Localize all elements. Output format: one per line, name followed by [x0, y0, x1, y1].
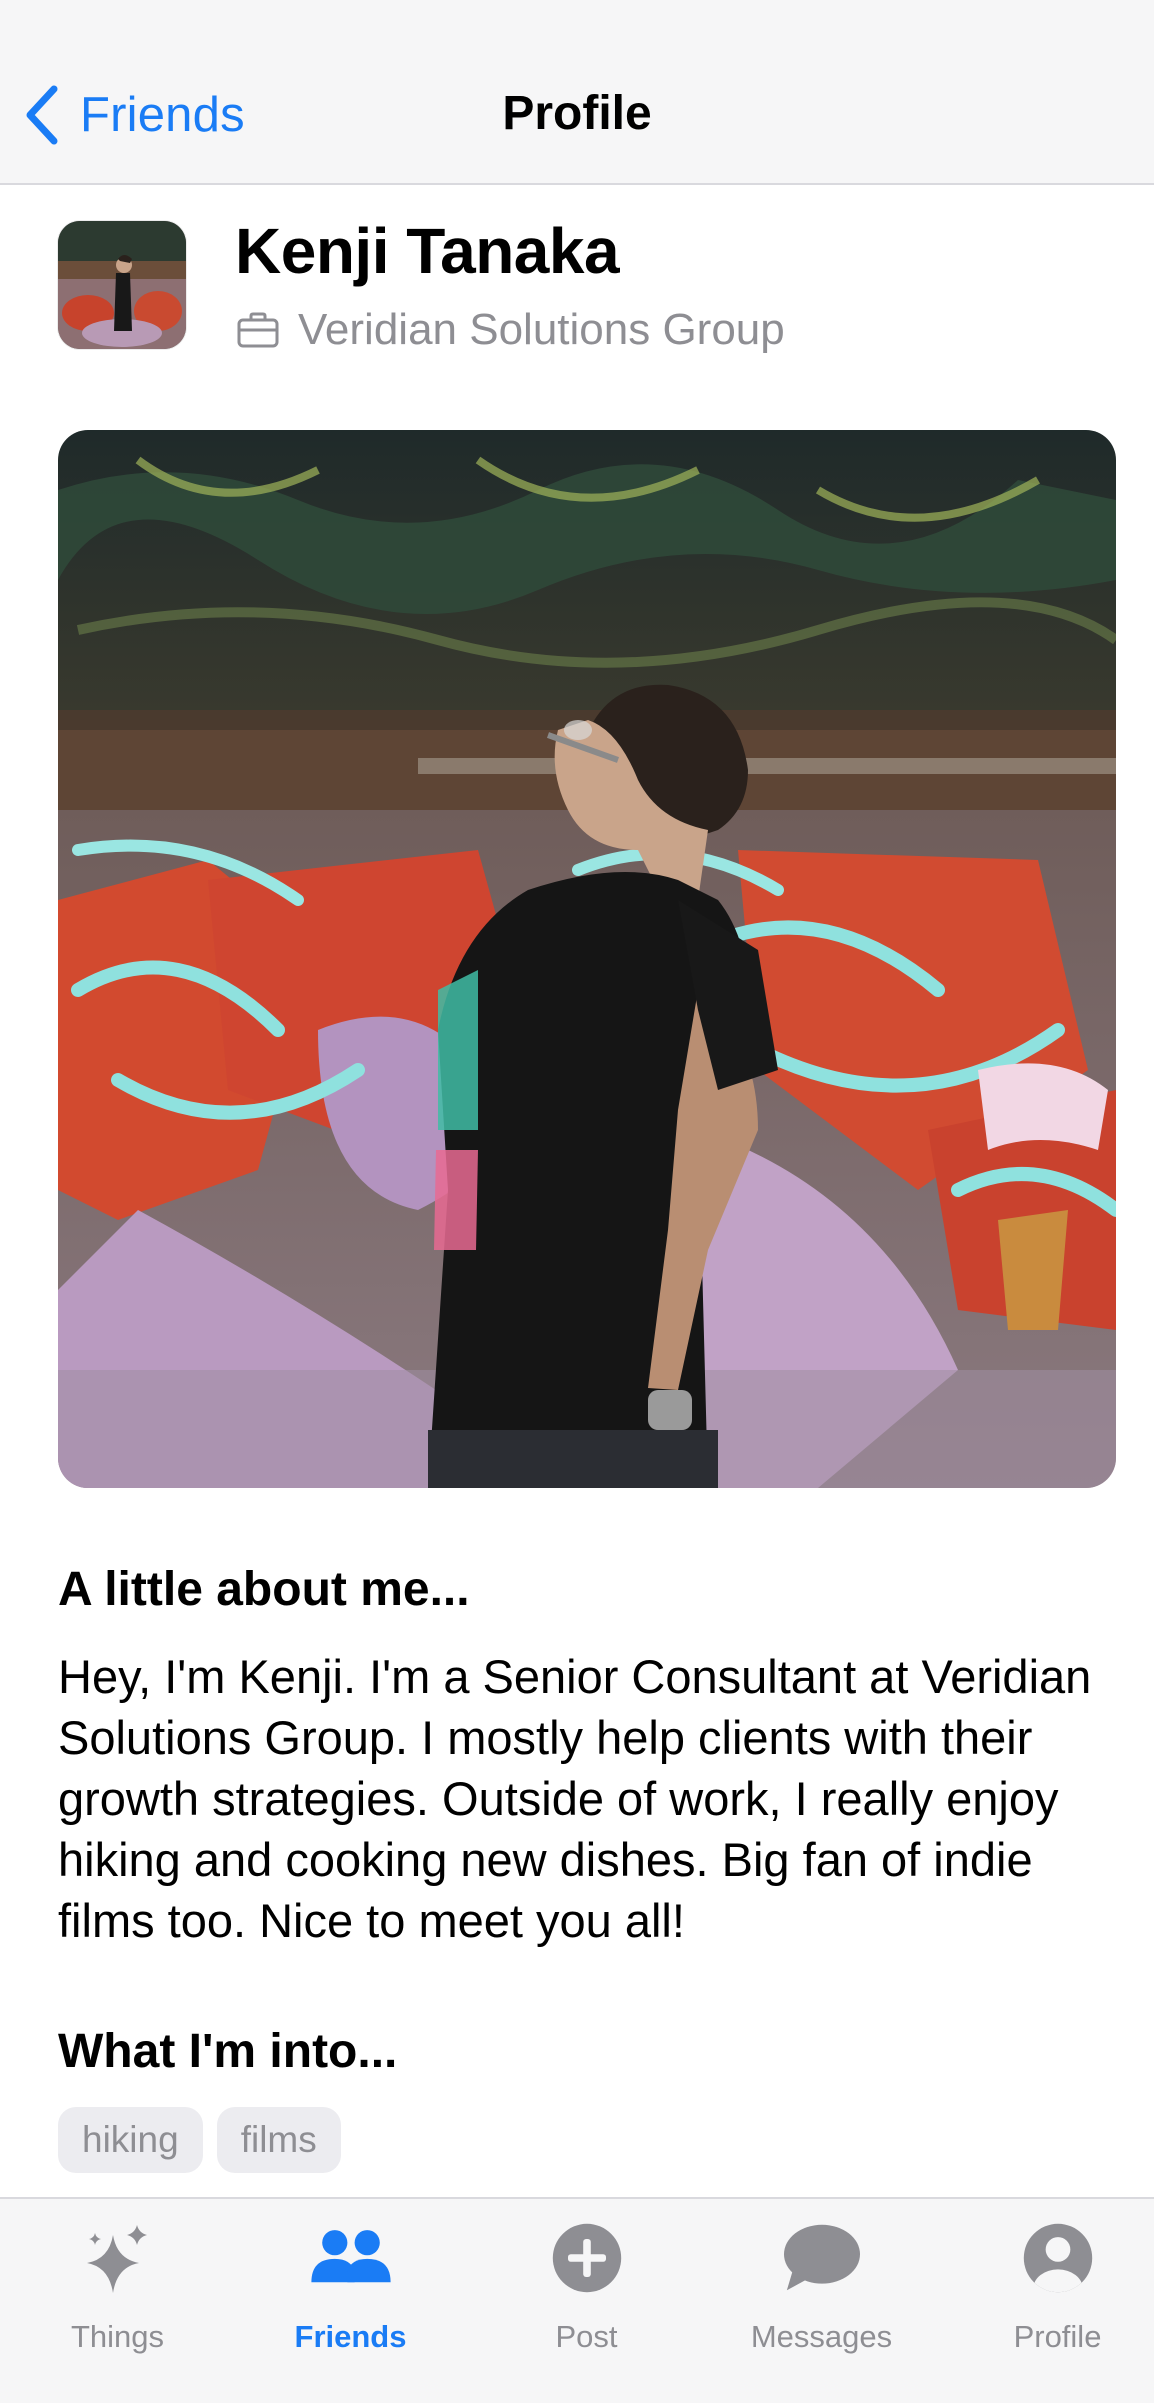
tab-post[interactable]: Post	[469, 2199, 704, 2403]
company-name: Veridian Solutions Group	[298, 305, 785, 354]
people-icon	[306, 2213, 396, 2303]
tab-things[interactable]: Things	[0, 2199, 235, 2403]
avatar-image	[58, 221, 186, 349]
interests-heading: What I'm into...	[58, 2025, 398, 2078]
tab-profile[interactable]: Profile	[940, 2199, 1154, 2403]
chat-bubble-icon	[777, 2213, 867, 2303]
profile-name: Kenji Tanaka	[235, 215, 620, 287]
briefcase-icon	[237, 312, 279, 348]
plus-circle-icon	[542, 2213, 632, 2303]
tab-post-label: Post	[555, 2319, 618, 2354]
sparkles-icon	[73, 2213, 163, 2303]
tab-bar: Things Friends Post Messages Profile	[0, 2197, 1154, 2403]
avatar[interactable]	[58, 221, 186, 349]
about-text: Hey, I'm Kenji. I'm a Senior Consultant …	[58, 1650, 1092, 1947]
tab-friends[interactable]: Friends	[233, 2199, 468, 2403]
tab-messages[interactable]: Messages	[704, 2199, 939, 2403]
interest-tag-hiking[interactable]: hiking	[58, 2107, 203, 2173]
tab-profile-label: Profile	[1013, 2319, 1102, 2354]
page-title: Profile	[502, 87, 652, 140]
about-heading: A little about me...	[58, 1563, 470, 1616]
navigation-bar: Friends Profile	[0, 0, 1154, 185]
person-circle-icon	[1013, 2213, 1103, 2303]
interest-tags: hiking films	[58, 2107, 341, 2173]
tab-messages-label: Messages	[750, 2319, 893, 2354]
tab-friends-label: Friends	[294, 2319, 407, 2354]
profile-photo[interactable]	[58, 430, 1116, 1488]
tab-things-label: Things	[70, 2319, 165, 2354]
profile-photo-image	[58, 430, 1116, 1488]
company-row: Veridian Solutions Group	[236, 302, 785, 358]
profile-screen: Friends Profile Kenji Tanaka Veridian So…	[0, 0, 1154, 2403]
interest-tag-films[interactable]: films	[216, 2107, 341, 2173]
